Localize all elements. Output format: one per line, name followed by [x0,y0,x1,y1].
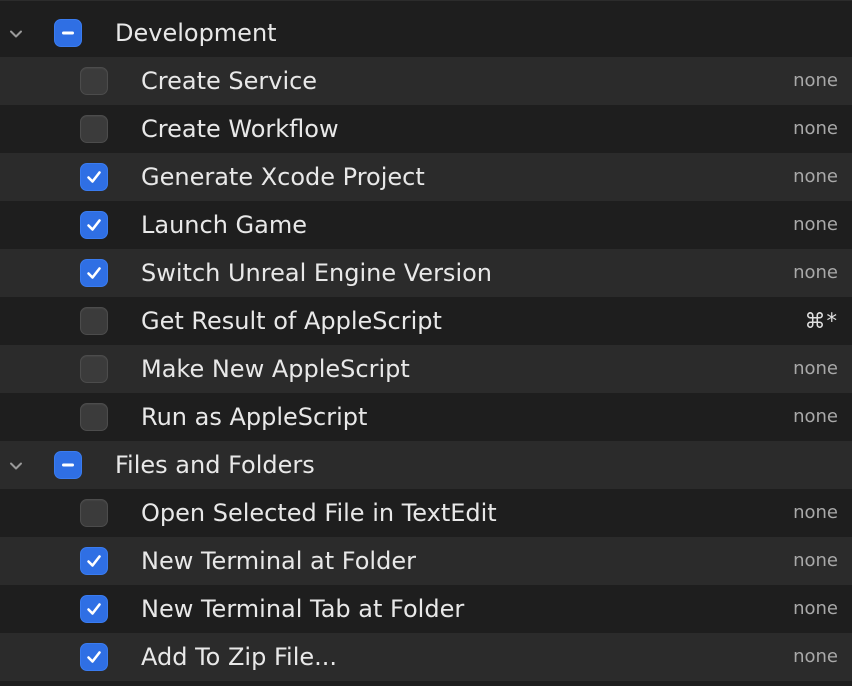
group-row-development[interactable]: Development [0,9,852,57]
services-shortcut-list: Development Create Service none Create W… [0,0,852,686]
shortcut-field[interactable]: none [793,249,838,297]
item-checkbox[interactable] [80,403,108,431]
item-label: Create Workflow [141,115,339,143]
item-checkbox[interactable] [80,67,108,95]
mixed-dash-icon [62,31,74,35]
list-item[interactable]: Run as AppleScript none [0,393,852,441]
shortcut-field[interactable]: none [793,153,838,201]
list-item[interactable]: Add To Zip File... none [0,633,852,681]
item-label: Get Result of AppleScript [141,307,442,335]
list-item[interactable]: Make New AppleScript none [0,345,852,393]
shortcut-field[interactable]: none [793,345,838,393]
shortcut-field[interactable]: none [793,57,838,105]
shortcut-field[interactable]: none [793,201,838,249]
group-checkbox-development[interactable] [54,19,82,47]
list-item[interactable]: Get Result of AppleScript ⌘* [0,297,852,345]
list-item[interactable]: Launch Game none [0,201,852,249]
item-label: Make New AppleScript [141,355,410,383]
item-checkbox[interactable] [80,595,108,623]
item-label: Generate Xcode Project [141,163,425,191]
list-item[interactable]: Open Selected File in TextEdit none [0,489,852,537]
group-row-files-and-folders[interactable]: Files and Folders [0,441,852,489]
item-checkbox[interactable] [80,547,108,575]
chevron-down-icon[interactable] [8,26,24,42]
checkmark-icon [87,171,101,183]
item-label: Open Selected File in TextEdit [141,499,497,527]
shortcut-field[interactable]: none [793,489,838,537]
item-checkbox[interactable] [80,307,108,335]
item-label: Switch Unreal Engine Version [141,259,492,287]
shortcut-field[interactable]: none [793,633,838,681]
group-label: Development [115,19,277,47]
checkmark-icon [87,603,101,615]
item-checkbox[interactable] [80,115,108,143]
item-label: New Terminal Tab at Folder [141,595,465,623]
list-item[interactable]: Create Service none [0,57,852,105]
item-label: Add To Zip File... [141,643,338,671]
group-label: Files and Folders [115,451,315,479]
shortcut-field[interactable]: none [793,393,838,441]
item-checkbox[interactable] [80,211,108,239]
chevron-down-icon[interactable] [8,458,24,474]
shortcut-field[interactable]: none [793,537,838,585]
item-label: Run as AppleScript [141,403,368,431]
item-checkbox[interactable] [80,499,108,527]
item-label: Create Service [141,67,318,95]
item-checkbox[interactable] [80,643,108,671]
shortcut-field[interactable]: none [793,105,838,153]
list-item[interactable]: Create Workflow none [0,105,852,153]
mixed-dash-icon [62,463,74,467]
list-item[interactable]: New Terminal Tab at Folder none [0,585,852,633]
item-checkbox[interactable] [80,163,108,191]
checkmark-icon [87,219,101,231]
list-item[interactable]: Generate Xcode Project none [0,153,852,201]
group-checkbox-files-and-folders[interactable] [54,451,82,479]
item-checkbox[interactable] [80,355,108,383]
item-label: New Terminal at Folder [141,547,416,575]
shortcut-field[interactable]: ⌘* [805,297,839,345]
item-checkbox[interactable] [80,259,108,287]
shortcut-field[interactable]: none [793,585,838,633]
item-label: Launch Game [141,211,307,239]
list-item[interactable]: New Terminal at Folder none [0,537,852,585]
list-item[interactable]: Switch Unreal Engine Version none [0,249,852,297]
checkmark-icon [87,267,101,279]
checkmark-icon [87,555,101,567]
checkmark-icon [87,651,101,663]
